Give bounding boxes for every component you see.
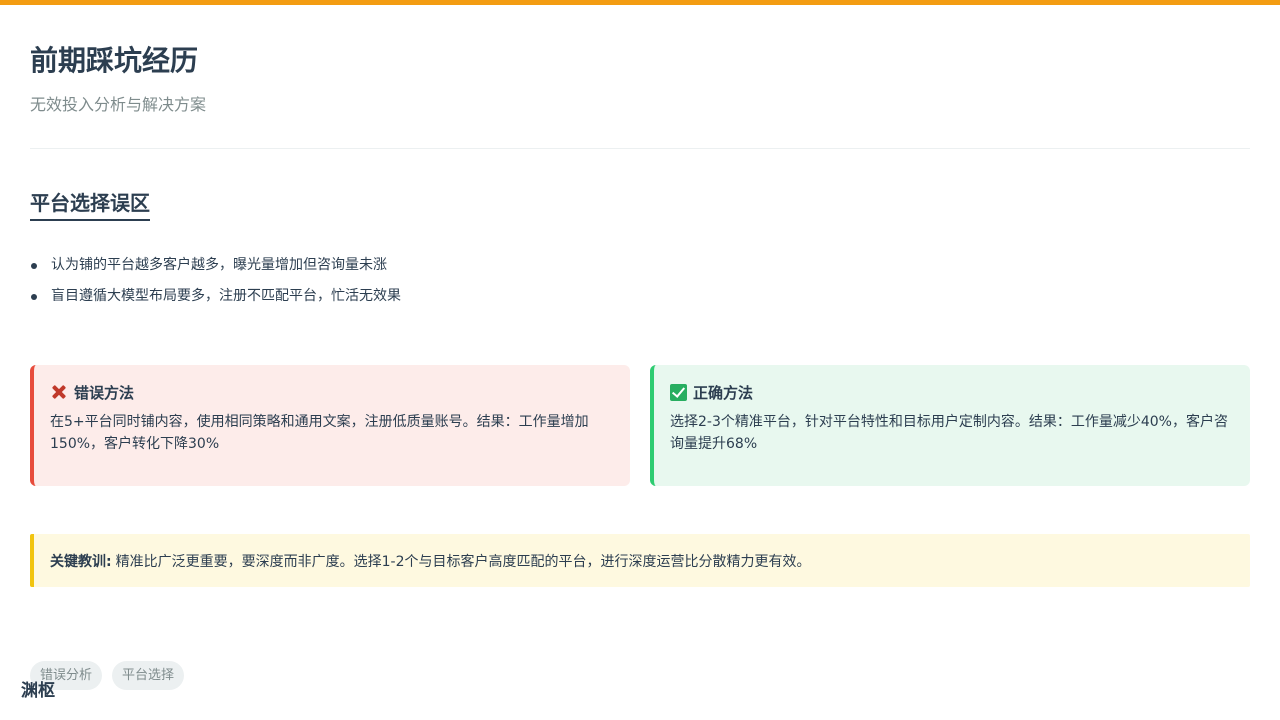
key-lesson-callout: 关键教训: 精准比广泛更重要，要深度而非广度。选择1-2个与目标客户高度匹配的平… bbox=[30, 534, 1250, 587]
wrong-method-card: 错误方法 在5+平台同时铺内容，使用相同策略和通用文案，注册低质量账号。结果：工… bbox=[30, 365, 630, 486]
page-title: 前期踩坑经历 bbox=[30, 44, 199, 77]
slide-page: 前期踩坑经历 无效投入分析与解决方案 平台选择误区 认为铺的平台越多客户越多，曝… bbox=[30, 0, 1250, 720]
cross-mark-icon bbox=[50, 383, 68, 401]
bullet-item: 认为铺的平台越多客户越多，曝光量增加但咨询量未涨 bbox=[30, 250, 401, 281]
key-lesson-text: 精准比广泛更重要，要深度而非广度。选择1-2个与目标客户高度匹配的平台，进行深度… bbox=[115, 553, 811, 570]
right-method-card: 正确方法 选择2-3个精准平台，针对平台特性和目标用户定制内容。结果：工作量减少… bbox=[650, 365, 1250, 486]
bullet-list: 认为铺的平台越多客户越多，曝光量增加但咨询量未涨 盲目遵循大模型布局要多，注册不… bbox=[30, 250, 401, 312]
header-divider bbox=[30, 148, 1250, 149]
tag-platform-selection: 平台选择 bbox=[112, 661, 185, 690]
section-title: 平台选择误区 bbox=[30, 187, 150, 221]
wrong-method-body: 在5+平台同时铺内容，使用相同策略和通用文案，注册低质量账号。结果：工作量增加1… bbox=[50, 414, 589, 452]
right-method-title: 正确方法 bbox=[693, 383, 754, 402]
wrong-method-header: 错误方法 bbox=[50, 381, 614, 403]
check-mark-icon bbox=[670, 383, 687, 401]
key-lesson-label: 关键教训: bbox=[50, 553, 112, 570]
wrong-method-title: 错误方法 bbox=[74, 383, 135, 402]
brand-logo-text: 渊枢 bbox=[21, 681, 55, 701]
right-method-header: 正确方法 bbox=[670, 381, 1234, 403]
page-subtitle: 无效投入分析与解决方案 bbox=[30, 95, 207, 114]
bullet-item: 盲目遵循大模型布局要多，注册不匹配平台，忙活无效果 bbox=[30, 281, 401, 312]
right-method-body: 选择2-3个精准平台，针对平台特性和目标用户定制内容。结果：工作量减少40%，客… bbox=[670, 414, 1228, 452]
